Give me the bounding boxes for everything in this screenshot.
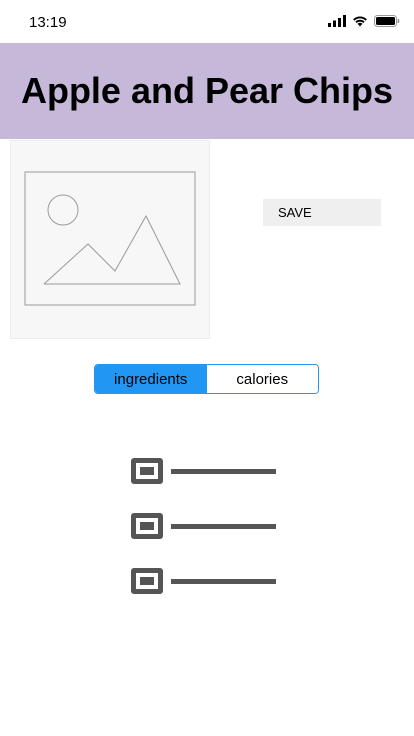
text-placeholder-line bbox=[171, 524, 276, 529]
text-placeholder-line bbox=[171, 469, 276, 474]
status-icons bbox=[328, 15, 400, 27]
save-button[interactable]: SAVE bbox=[263, 199, 381, 226]
status-bar: 13:19 bbox=[0, 0, 414, 44]
tab-ingredients[interactable]: ingredients bbox=[95, 365, 207, 393]
battery-icon bbox=[374, 15, 400, 27]
recipe-image bbox=[10, 140, 210, 339]
image-placeholder-icon bbox=[24, 171, 196, 306]
status-time: 13:19 bbox=[29, 14, 67, 31]
checkbox[interactable] bbox=[131, 458, 163, 484]
checkbox[interactable] bbox=[131, 568, 163, 594]
checkbox-fill bbox=[140, 522, 154, 530]
checkbox-fill bbox=[140, 577, 154, 585]
checkbox[interactable] bbox=[131, 513, 163, 539]
page-title: Apple and Pear Chips bbox=[20, 70, 394, 111]
tab-switcher: ingredients calories bbox=[94, 364, 319, 394]
signal-icon bbox=[328, 15, 346, 27]
tab-calories[interactable]: calories bbox=[206, 365, 318, 393]
list-item bbox=[131, 458, 281, 484]
header-bar: Apple and Pear Chips bbox=[0, 43, 414, 139]
checkbox-fill bbox=[140, 467, 154, 475]
wifi-icon bbox=[353, 16, 367, 27]
list-item bbox=[131, 568, 281, 594]
text-placeholder-line bbox=[171, 579, 276, 584]
list-item bbox=[131, 513, 281, 539]
